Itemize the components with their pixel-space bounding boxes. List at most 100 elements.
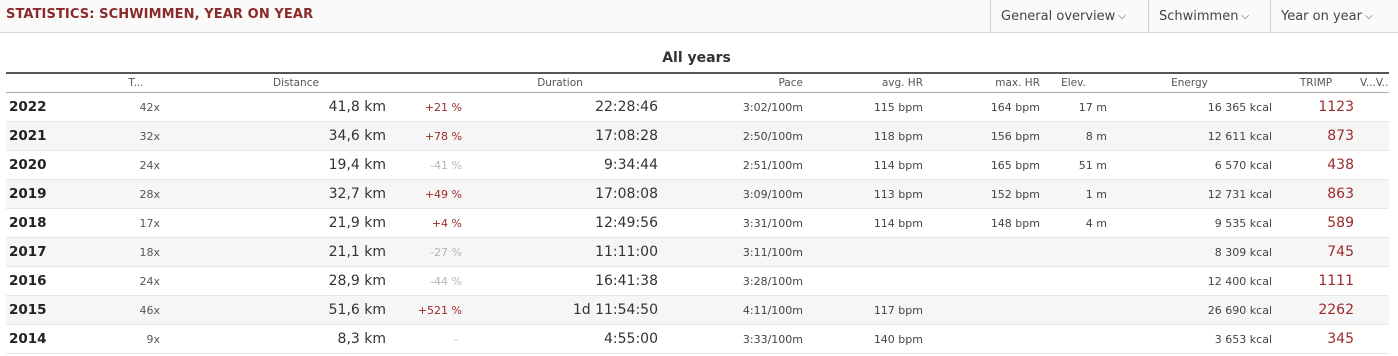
chevron-down-icon: ⌵ xyxy=(1118,10,1126,22)
avg-hr-cell xyxy=(803,266,923,296)
trimp-cell: 438 xyxy=(1272,150,1360,180)
change-cell: - xyxy=(386,324,462,354)
year-cell: 2019 xyxy=(6,179,106,209)
max-hr-cell: 156 bpm xyxy=(923,121,1040,151)
table-row[interactable]: 2015 46x 51,6 km +521 % 1d 11:54:50 4:11/100m… xyxy=(6,295,1389,325)
avg-hr-cell: 140 bpm xyxy=(803,324,923,354)
chevron-down-icon: ⌵ xyxy=(1364,10,1373,22)
count-cell: 28x xyxy=(106,179,166,209)
menu-sport[interactable]: Schwimmen ⌵ xyxy=(1148,0,1268,32)
max-hr-cell xyxy=(923,237,1040,267)
column-header-elevation[interactable]: Elev. xyxy=(1040,74,1107,93)
column-header-avg-hr[interactable]: avg. HR xyxy=(803,74,923,93)
pace-cell: 3:28/100m xyxy=(658,266,803,296)
menu-label: Schwimmen xyxy=(1159,8,1239,24)
pace-cell: 3:09/100m xyxy=(658,179,803,209)
count-cell: 17x xyxy=(106,208,166,238)
max-hr-cell: 164 bpm xyxy=(923,92,1040,122)
max-hr-cell xyxy=(923,324,1040,354)
table-row[interactable]: 2020 24x 19,4 km -41 % 9:34:44 2:51/100m 114 b… xyxy=(6,150,1389,180)
count-cell: 32x xyxy=(106,121,166,151)
table-row[interactable]: 2019 28x 32,7 km +49 % 17:08:08 3:09/100m 113 … xyxy=(6,179,1389,209)
change-cell: +4 % xyxy=(386,208,462,238)
distance-cell: 32,7 km xyxy=(166,179,386,209)
table-row[interactable]: 2022 42x 41,8 km +21 % 22:28:46 3:02/100m 115 … xyxy=(6,92,1389,122)
count-cell: 24x xyxy=(106,150,166,180)
vv-cell xyxy=(1360,324,1389,354)
count-cell: 24x xyxy=(106,266,166,296)
energy-cell: 12 611 kcal xyxy=(1107,121,1272,151)
distance-cell: 28,9 km xyxy=(166,266,386,296)
year-cell: 2014 xyxy=(6,324,106,354)
max-hr-cell xyxy=(923,295,1040,325)
column-header-vv[interactable]: V...V... xyxy=(1360,74,1389,93)
page-title: STATISTICS: SCHWIMMEN, YEAR ON YEAR xyxy=(6,7,314,22)
top-bar: STATISTICS: SCHWIMMEN, YEAR ON YEAR Gene… xyxy=(0,0,1398,33)
vv-cell xyxy=(1360,295,1389,325)
distance-cell: 51,6 km xyxy=(166,295,386,325)
elevation-cell: 4 m xyxy=(1040,208,1107,238)
pace-cell: 2:51/100m xyxy=(658,150,803,180)
avg-hr-cell: 113 bpm xyxy=(803,179,923,209)
change-cell: +78 % xyxy=(386,121,462,151)
distance-cell: 8,3 km xyxy=(166,324,386,354)
table-row[interactable]: 2021 32x 34,6 km +78 % 17:08:28 2:50/100m 118 … xyxy=(6,121,1389,151)
table-row[interactable]: 2016 24x 28,9 km -44 % 16:41:38 3:28/100m 12 4… xyxy=(6,266,1389,296)
column-header-max-hr[interactable]: max. HR xyxy=(923,74,1040,93)
column-header-count[interactable]: T... xyxy=(106,74,166,93)
duration-cell: 22:28:46 xyxy=(462,92,658,122)
avg-hr-cell: 114 bpm xyxy=(803,208,923,238)
menu-year-on-year[interactable]: Year on year ⌵ xyxy=(1270,0,1398,32)
avg-hr-cell xyxy=(803,237,923,267)
trimp-cell: 589 xyxy=(1272,208,1360,238)
vv-cell xyxy=(1360,179,1389,209)
elevation-cell xyxy=(1040,266,1107,296)
avg-hr-cell: 117 bpm xyxy=(803,295,923,325)
column-header-energy[interactable]: Energy xyxy=(1107,74,1272,93)
vv-cell xyxy=(1360,121,1389,151)
menu-label: Year on year xyxy=(1281,8,1362,24)
change-cell: +49 % xyxy=(386,179,462,209)
trimp-cell: 1111 xyxy=(1272,266,1360,296)
duration-cell: 17:08:08 xyxy=(462,179,658,209)
column-header-distance[interactable]: Distance xyxy=(166,74,386,93)
pace-cell: 4:11/100m xyxy=(658,295,803,325)
avg-hr-cell: 118 bpm xyxy=(803,121,923,151)
energy-cell: 6 570 kcal xyxy=(1107,150,1272,180)
table-row[interactable]: 2017 18x 21,1 km -27 % 11:11:00 3:11/100m 8 30… xyxy=(6,237,1389,267)
menu-general-overview[interactable]: General overview ⌵ xyxy=(990,0,1145,32)
distance-cell: 21,1 km xyxy=(166,237,386,267)
year-cell: 2021 xyxy=(6,121,106,151)
elevation-cell: 17 m xyxy=(1040,92,1107,122)
change-cell: -44 % xyxy=(386,266,462,296)
pace-cell: 3:11/100m xyxy=(658,237,803,267)
vv-cell xyxy=(1360,208,1389,238)
energy-cell: 12 400 kcal xyxy=(1107,266,1272,296)
column-header-trimp[interactable]: TRIMP xyxy=(1272,74,1360,93)
year-cell: 2018 xyxy=(6,208,106,238)
energy-cell: 12 731 kcal xyxy=(1107,179,1272,209)
energy-cell: 16 365 kcal xyxy=(1107,92,1272,122)
elevation-cell xyxy=(1040,324,1107,354)
max-hr-cell: 152 bpm xyxy=(923,179,1040,209)
distance-cell: 19,4 km xyxy=(166,150,386,180)
avg-hr-cell: 114 bpm xyxy=(803,150,923,180)
duration-cell: 12:49:56 xyxy=(462,208,658,238)
column-header-duration[interactable]: Duration xyxy=(462,74,658,93)
distance-cell: 21,9 km xyxy=(166,208,386,238)
table-body: 2022 42x 41,8 km +21 % 22:28:46 3:02/100m 115 … xyxy=(6,92,1389,354)
pace-cell: 2:50/100m xyxy=(658,121,803,151)
table-row[interactable]: 2014 9x 8,3 km -4:55:00 3:33/100m 140 bpm 3 65… xyxy=(6,324,1389,354)
trimp-cell: 2262 xyxy=(1272,295,1360,325)
elevation-cell: 51 m xyxy=(1040,150,1107,180)
year-cell: 2016 xyxy=(6,266,106,296)
table-row[interactable]: 2018 17x 21,9 km +4 % 12:49:56 3:31/100m 114 b… xyxy=(6,208,1389,238)
year-cell: 2022 xyxy=(6,92,106,122)
change-cell: -27 % xyxy=(386,237,462,267)
duration-cell: 9:34:44 xyxy=(462,150,658,180)
column-header-pace[interactable]: Pace xyxy=(658,74,803,93)
distance-cell: 41,8 km xyxy=(166,92,386,122)
year-cell: 2020 xyxy=(6,150,106,180)
max-hr-cell: 148 bpm xyxy=(923,208,1040,238)
pace-cell: 3:33/100m xyxy=(658,324,803,354)
